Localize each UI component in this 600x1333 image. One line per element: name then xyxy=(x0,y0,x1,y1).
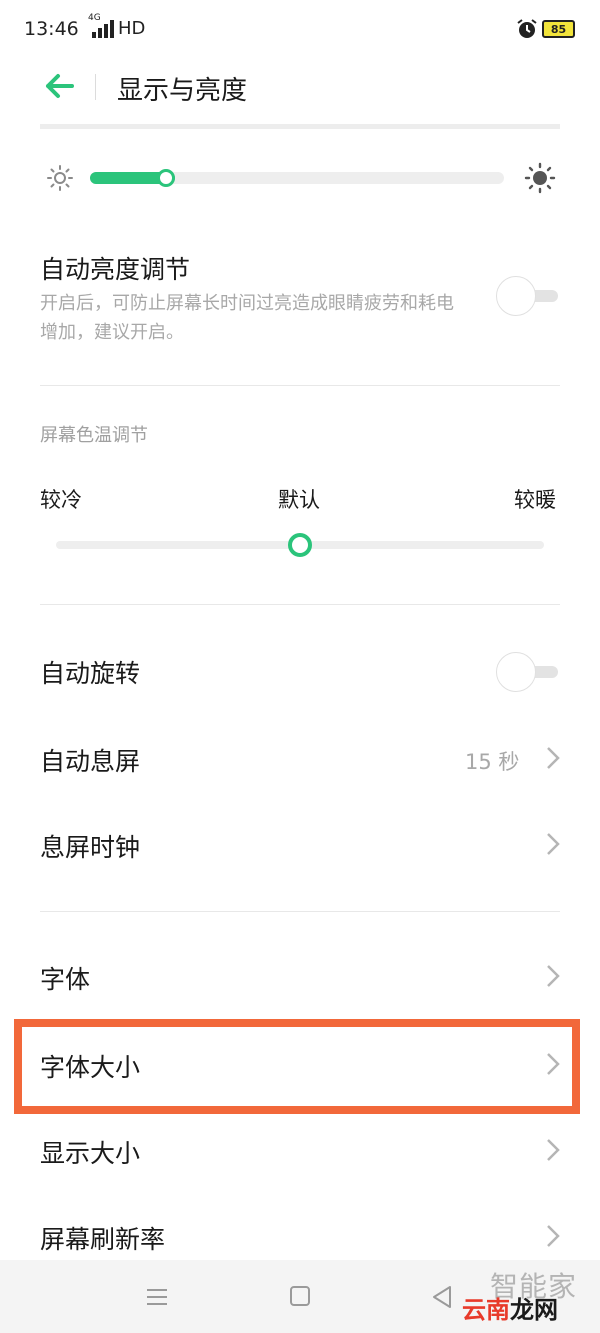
header-rule xyxy=(40,124,560,129)
display-size-row[interactable]: 显示大小 xyxy=(40,1130,560,1174)
refresh-rate-title: 屏幕刷新率 xyxy=(40,1225,166,1254)
chevron-right-icon xyxy=(547,965,560,987)
chevron-right-icon xyxy=(547,747,560,769)
auto-screen-off-row[interactable]: 自动息屏 15 秒 xyxy=(40,738,560,782)
battery-indicator: 85 xyxy=(542,20,575,38)
battery-level: 85 xyxy=(550,22,567,36)
chevron-right-icon xyxy=(547,1139,560,1161)
divider xyxy=(40,385,560,386)
refresh-rate-row[interactable]: 屏幕刷新率 xyxy=(40,1216,560,1260)
status-time: 13:46 xyxy=(24,18,79,40)
auto-rotate-title: 自动旋转 xyxy=(40,659,141,688)
brightness-slider-thumb[interactable] xyxy=(157,169,175,187)
hd-indicator: HD xyxy=(118,18,146,39)
chevron-right-icon xyxy=(547,833,560,855)
brightness-low-icon xyxy=(47,165,73,191)
auto-rotate-toggle[interactable] xyxy=(496,652,560,692)
auto-brightness-toggle[interactable] xyxy=(496,276,560,316)
auto-rotate-row[interactable]: 自动旋转 xyxy=(40,650,560,694)
font-size-highlight xyxy=(14,1019,580,1114)
nav-back-icon[interactable] xyxy=(430,1284,454,1310)
brightness-high-icon xyxy=(524,162,556,194)
auto-brightness-description: 开启后，可防止屏幕长时间过亮造成眼睛疲劳和耗电增加，建议开启。 xyxy=(40,293,454,343)
color-temp-warm-label: 较暖 xyxy=(514,488,556,512)
divider xyxy=(40,604,560,605)
auto-screen-off-title: 自动息屏 xyxy=(40,747,141,776)
font-title: 字体 xyxy=(40,965,91,994)
divider xyxy=(40,911,560,912)
status-bar: 13:46 4G HD 85 xyxy=(0,0,600,60)
color-temp-default-label: 默认 xyxy=(278,488,320,512)
alarm-icon xyxy=(517,19,537,38)
brightness-slider[interactable] xyxy=(90,169,504,187)
watermark-part-b: 龙网 xyxy=(510,1296,558,1324)
watermark-line2: 云南龙网 xyxy=(462,1290,558,1325)
display-size-title: 显示大小 xyxy=(40,1139,141,1168)
menu-icon[interactable] xyxy=(146,1287,168,1307)
auto-screen-off-value: 15 秒 xyxy=(465,750,520,774)
color-temp-cool-label: 较冷 xyxy=(40,488,82,512)
home-button-icon[interactable] xyxy=(290,1286,310,1306)
font-row[interactable]: 字体 xyxy=(40,956,560,1000)
app-header: 显示与亮度 xyxy=(0,60,600,120)
color-temp-slider-thumb[interactable] xyxy=(288,533,312,557)
auto-brightness-title: 自动亮度调节 xyxy=(40,255,191,284)
watermark-part-a: 云南 xyxy=(462,1296,510,1324)
cellular-signal-icon: 4G xyxy=(88,14,114,40)
screen-off-clock-title: 息屏时钟 xyxy=(40,833,141,862)
color-temp-section-label: 屏幕色温调节 xyxy=(40,425,148,446)
screen-off-clock-row[interactable]: 息屏时钟 xyxy=(40,824,560,868)
chevron-right-icon xyxy=(547,1225,560,1247)
back-arrow-icon[interactable] xyxy=(40,70,80,102)
header-divider xyxy=(95,74,96,100)
page-title: 显示与亮度 xyxy=(117,76,248,106)
